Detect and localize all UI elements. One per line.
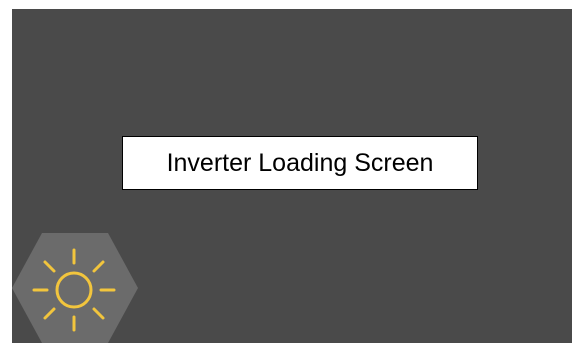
sun-badge (12, 233, 138, 343)
loading-screen: Inverter Loading Screen (12, 9, 572, 343)
title-box: Inverter Loading Screen (122, 136, 478, 190)
screen-title: Inverter Loading Screen (166, 148, 434, 177)
sun-icon (12, 233, 138, 343)
